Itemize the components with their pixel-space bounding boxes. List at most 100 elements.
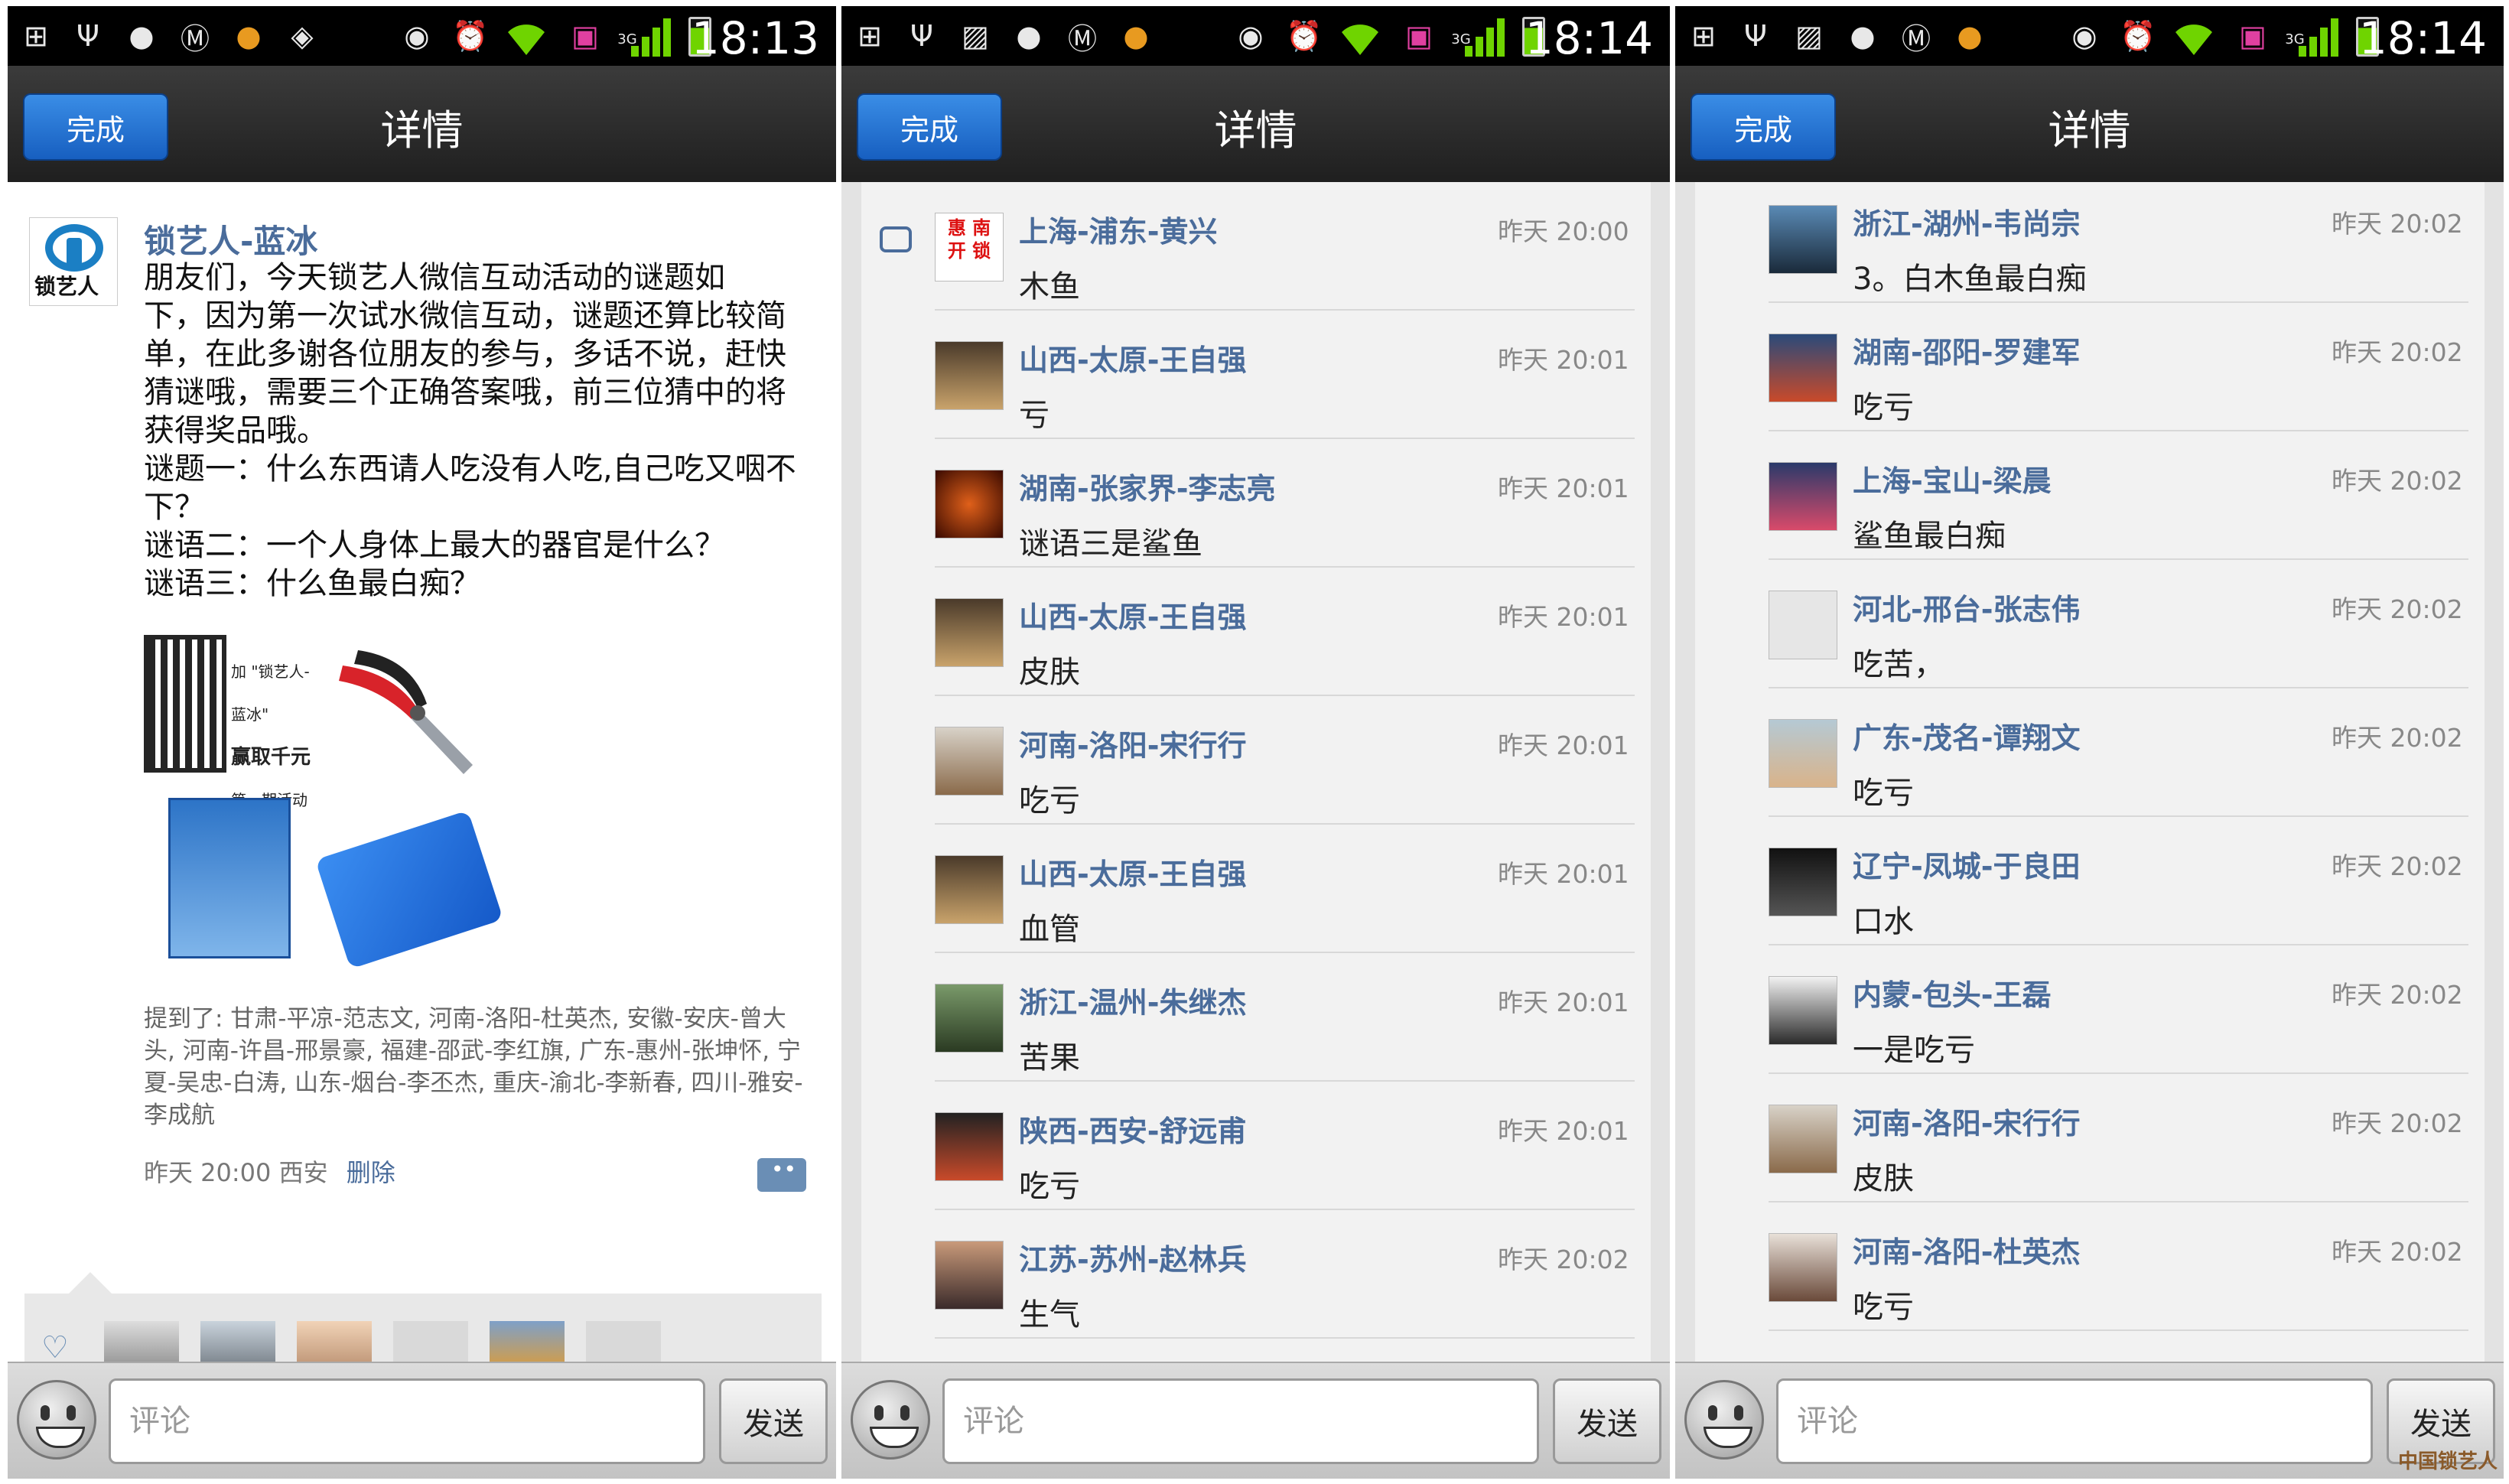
comment-row[interactable]: 山西-太原-王自强 昨天 20:01 亏	[841, 311, 1670, 439]
liker-avatar[interactable]	[104, 1321, 179, 1362]
comment-bar: 评论 发送 中国锁艺人	[1675, 1362, 2504, 1479]
commenter-name[interactable]: 湖南-张家界-李志亮	[1019, 465, 1276, 507]
watermark: 中国锁艺人	[2397, 1450, 2498, 1473]
post-author[interactable]: 锁艺人-蓝冰	[144, 216, 317, 262]
comment-row[interactable]: 内蒙-包头-王磊 昨天 20:02 一是吃亏	[1675, 945, 2504, 1074]
commenter-name[interactable]: 河南-洛阳-宋行行	[1019, 722, 1247, 764]
commenter-name[interactable]: 河南-洛阳-杜英杰	[1853, 1229, 2081, 1271]
commenter-avatar[interactable]	[1769, 719, 1837, 788]
send-button[interactable]: 发送	[1553, 1378, 1661, 1464]
commenter-avatar[interactable]	[1769, 591, 1837, 659]
send-button[interactable]: 发送	[719, 1378, 828, 1464]
image-icon: ▨	[1795, 19, 1823, 53]
comment-text: 皮肤	[1853, 1161, 1914, 1196]
post-image-manual[interactable]	[168, 798, 291, 958]
liker-avatar[interactable]	[490, 1321, 565, 1362]
comment-row[interactable]: 河南-洛阳-杜英杰 昨天 20:02 吃亏	[1675, 1202, 2504, 1331]
status-bar: ⊞ Ψ ▨ ● Ⓜ ● ◉ ⏰ ▣ 3G 18:14	[1675, 6, 2504, 66]
commenter-name[interactable]: 内蒙-包头-王磊	[1853, 971, 2052, 1014]
commenter-name[interactable]: 山西-太原-王自强	[1019, 851, 1247, 893]
page-title: 详情	[1214, 106, 1297, 155]
commenter-avatar[interactable]	[1769, 976, 1837, 1045]
comment-input[interactable]: 评论	[109, 1378, 705, 1464]
commenter-name[interactable]: 辽宁-凤城-于良田	[1853, 843, 2081, 885]
liker-avatar[interactable]	[393, 1321, 468, 1362]
comment-time: 昨天 20:01	[1498, 988, 1629, 1017]
comment-time: 昨天 20:01	[1498, 474, 1629, 503]
app-m-icon: Ⓜ	[1067, 21, 1097, 56]
comment-time: 昨天 20:02	[2332, 980, 2463, 1010]
emoji-icon[interactable]	[1684, 1380, 1764, 1460]
comment-row[interactable]: 上海-宝山-梁晨 昨天 20:02 鲨鱼最白痴	[1675, 431, 2504, 560]
comment-row[interactable]: 河南-洛阳-宋行行 昨天 20:01 吃亏	[841, 696, 1670, 825]
usb-icon: Ψ	[910, 19, 933, 53]
commenter-avatar[interactable]	[935, 984, 1004, 1053]
commenter-name[interactable]: 湖南-邵阳-罗建军	[1853, 329, 2081, 371]
comment-row[interactable]: 广东-茂名-谭翔文 昨天 20:02 吃亏	[1675, 688, 2504, 817]
commenter-name[interactable]: 浙江-温州-朱继杰	[1019, 979, 1247, 1021]
comment-text: 吃亏	[1853, 390, 1914, 425]
commenter-name[interactable]: 浙江-湖州-韦尚宗	[1853, 200, 2081, 242]
commenter-name[interactable]: 山西-太原-王自强	[1019, 337, 1247, 379]
commenter-avatar[interactable]	[935, 727, 1004, 796]
commenter-avatar[interactable]	[1769, 848, 1837, 916]
liker-avatar[interactable]	[200, 1321, 275, 1362]
commenter-avatar[interactable]	[935, 1112, 1004, 1181]
comment-row[interactable]: 山西-太原-王自强 昨天 20:01 皮肤	[841, 568, 1670, 696]
comment-input[interactable]: 评论	[1776, 1378, 2373, 1464]
comment-row[interactable]: 湖南-张家界-李志亮 昨天 20:01 谜语三是鲨鱼	[841, 439, 1670, 568]
post-image-qr-pliers[interactable]: 加 "锁艺人-蓝冰" 赢取千元 第一期活动今!	[144, 635, 499, 852]
comment-bar: 评论 发送	[8, 1362, 836, 1479]
commenter-avatar[interactable]	[935, 598, 1004, 667]
emoji-icon[interactable]	[17, 1380, 96, 1460]
commenter-avatar[interactable]	[1769, 1105, 1837, 1173]
comment-row[interactable]: 河北-邢台-张志伟 昨天 20:02 吃苦，	[1675, 560, 2504, 688]
delete-link[interactable]: 删除	[347, 1158, 395, 1187]
comment-row[interactable]: 辽宁-凤城-于良田 昨天 20:02 口水	[1675, 817, 2504, 945]
commenter-name[interactable]: 山西-太原-王自强	[1019, 594, 1247, 636]
commenter-avatar[interactable]	[1769, 462, 1837, 531]
comment-text: 吃亏	[1853, 1290, 1914, 1325]
comment-action-icon[interactable]	[757, 1157, 806, 1192]
comment-time: 昨天 20:02	[2332, 1108, 2463, 1138]
comment-row[interactable]: 陕西-西安-舒远甫 昨天 20:01 吃亏	[841, 1082, 1670, 1210]
comment-row[interactable]: 浙江-温州-朱继杰 昨天 20:01 苦果	[841, 953, 1670, 1082]
comment-row[interactable]: 浙江-湖州-韦尚宗 昨天 20:02 3。白木鱼最白痴	[1675, 182, 2504, 303]
status-bar: ⊞ Ψ ● Ⓜ ● ◈ ◉ ⏰ ▣ 3G 18:13	[8, 6, 836, 66]
commenter-name[interactable]: 上海-宝山-梁晨	[1853, 457, 2052, 500]
commenter-name[interactable]: 河北-邢台-张志伟	[1853, 586, 2081, 628]
commenter-avatar[interactable]	[935, 1241, 1004, 1310]
commenter-avatar[interactable]	[1769, 1233, 1837, 1302]
keyhole-icon	[67, 238, 82, 265]
comment-row[interactable]: 山西-太原-王自强 昨天 20:01 血管	[841, 825, 1670, 953]
commenter-avatar[interactable]	[935, 470, 1004, 539]
liker-avatar[interactable]	[297, 1321, 372, 1362]
comment-row[interactable]: 惠 南 开 锁 上海-浦东-黄兴 昨天 20:00 木鱼	[841, 182, 1670, 311]
author-avatar[interactable]: 锁艺人	[29, 217, 118, 306]
commenter-avatar[interactable]	[935, 855, 1004, 924]
comment-row[interactable]: 河南-洛阳-宋行行 昨天 20:02 皮肤	[1675, 1074, 2504, 1202]
screenshot-collage: ⊞ Ψ ● Ⓜ ● ◈ ◉ ⏰ ▣ 3G 18:13 完成 详情 锁艺人 锁艺人…	[0, 0, 2509, 1484]
usb-icon: Ψ	[1744, 19, 1767, 53]
commenter-name[interactable]: 河南-洛阳-宋行行	[1853, 1100, 2081, 1142]
comment-row[interactable]: 江苏-苏州-赵林兵 昨天 20:02 生气	[841, 1210, 1670, 1339]
commenter-name[interactable]: 江苏-苏州-赵林兵	[1019, 1236, 1247, 1278]
commenter-name[interactable]: 上海-浦东-黄兴	[1019, 208, 1218, 250]
comment-text: 3。白木鱼最白痴	[1853, 262, 2087, 297]
commenter-avatar[interactable]: 惠 南 开 锁	[935, 213, 1004, 282]
comment-text: 吃苦，	[1853, 647, 1944, 682]
signal-icon	[1465, 17, 1511, 57]
commenter-name[interactable]: 广东-茂名-谭翔文	[1853, 714, 2081, 757]
liker-avatar[interactable]	[586, 1321, 661, 1362]
commenter-avatar[interactable]	[1769, 334, 1837, 402]
commenter-name[interactable]: 陕西-西安-舒远甫	[1019, 1108, 1247, 1150]
fruit-icon: ●	[1123, 19, 1149, 53]
c-app-icon: ▣	[2239, 19, 2267, 53]
commenter-avatar[interactable]	[935, 341, 1004, 410]
comment-input[interactable]: 评论	[942, 1378, 1539, 1464]
comment-bar: 评论 发送	[841, 1362, 1670, 1479]
comment-row[interactable]: 湖南-邵阳-罗建军 昨天 20:02 吃亏	[1675, 303, 2504, 431]
post-image-device[interactable]	[314, 810, 504, 969]
emoji-icon[interactable]	[851, 1380, 930, 1460]
commenter-avatar[interactable]	[1769, 205, 1837, 274]
